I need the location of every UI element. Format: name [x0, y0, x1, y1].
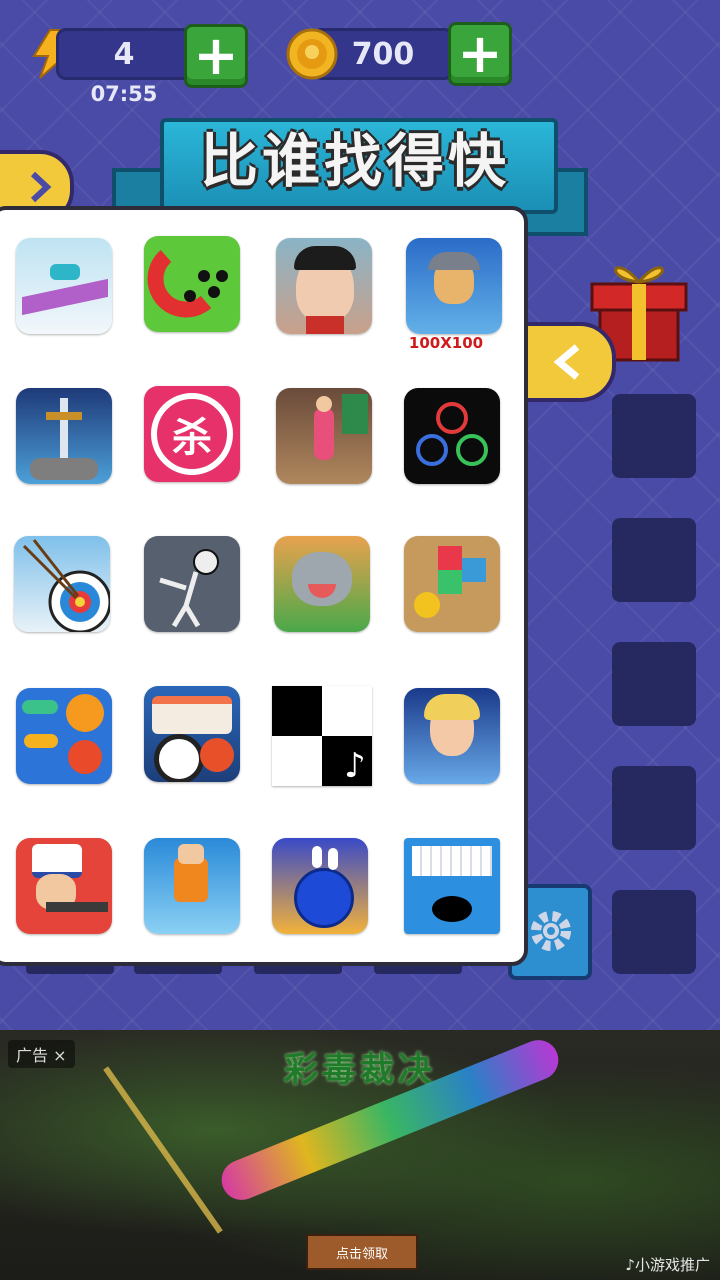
- size-label: 100X100: [408, 334, 484, 352]
- energy-count: 4: [113, 36, 135, 72]
- cartoon-boy-game-icon[interactable]: [276, 238, 372, 334]
- color-rings-game-icon[interactable]: [16, 688, 112, 784]
- bowling-game-icon[interactable]: [272, 838, 368, 934]
- chevron-right-icon: [30, 171, 52, 203]
- game-recommendation-panel: 100X100 杀 ♪: [0, 206, 528, 966]
- item-slot[interactable]: [612, 890, 696, 974]
- plus-icon: +: [193, 24, 239, 87]
- ad-footer: ♪小游戏推广: [625, 1254, 710, 1275]
- finger-circles-game-icon[interactable]: [404, 388, 500, 484]
- add-coins-button[interactable]: +: [448, 22, 512, 86]
- energy-timer: 07:55: [90, 82, 158, 106]
- item-slot[interactable]: [612, 766, 696, 850]
- racing-car-game-icon[interactable]: [16, 238, 112, 334]
- energy-counter: 4: [56, 28, 192, 80]
- magnet-balls-game-icon[interactable]: [144, 236, 240, 332]
- plus-icon: +: [457, 22, 503, 85]
- item-slot[interactable]: [612, 642, 696, 726]
- coin-count: 700: [351, 36, 415, 72]
- fantasy-hero-game-icon[interactable]: [404, 688, 500, 784]
- kill-glyph: 杀: [151, 393, 233, 475]
- sniper-game-icon[interactable]: [16, 838, 112, 934]
- hole-game-icon[interactable]: [404, 838, 500, 934]
- light-beam: [103, 1066, 223, 1234]
- coin-icon: [286, 28, 338, 80]
- ad-footer-label: 小游戏推广: [634, 1256, 710, 1274]
- close-panel-button[interactable]: [520, 322, 616, 402]
- chevron-left-icon: [553, 344, 580, 380]
- sushi-game-icon[interactable]: [144, 686, 240, 782]
- talking-cat-game-icon[interactable]: [274, 536, 370, 632]
- item-slot[interactable]: [612, 394, 696, 478]
- color-blocks-ball-game-icon[interactable]: [404, 536, 500, 632]
- piano-tiles-game-icon[interactable]: ♪: [272, 686, 372, 786]
- add-energy-button[interactable]: +: [184, 24, 248, 88]
- tiktok-icon: ♪: [625, 1256, 635, 1274]
- game-title: 比谁找得快: [199, 127, 510, 195]
- subway-runner-game-icon[interactable]: [276, 388, 372, 484]
- item-slot[interactable]: [612, 518, 696, 602]
- ad-claim-button[interactable]: 点击领取: [306, 1234, 418, 1270]
- archery-target-game-icon[interactable]: [14, 536, 110, 632]
- viking-warrior-game-icon[interactable]: [406, 238, 502, 334]
- sword-in-stone-game-icon[interactable]: [16, 388, 112, 484]
- kill-target-game-icon[interactable]: 杀: [144, 386, 240, 482]
- music-note-icon: ♪: [344, 746, 366, 786]
- parkour-runner-game-icon[interactable]: [144, 838, 240, 934]
- stickman-game-icon[interactable]: [144, 536, 240, 632]
- gear-icon: [531, 911, 571, 951]
